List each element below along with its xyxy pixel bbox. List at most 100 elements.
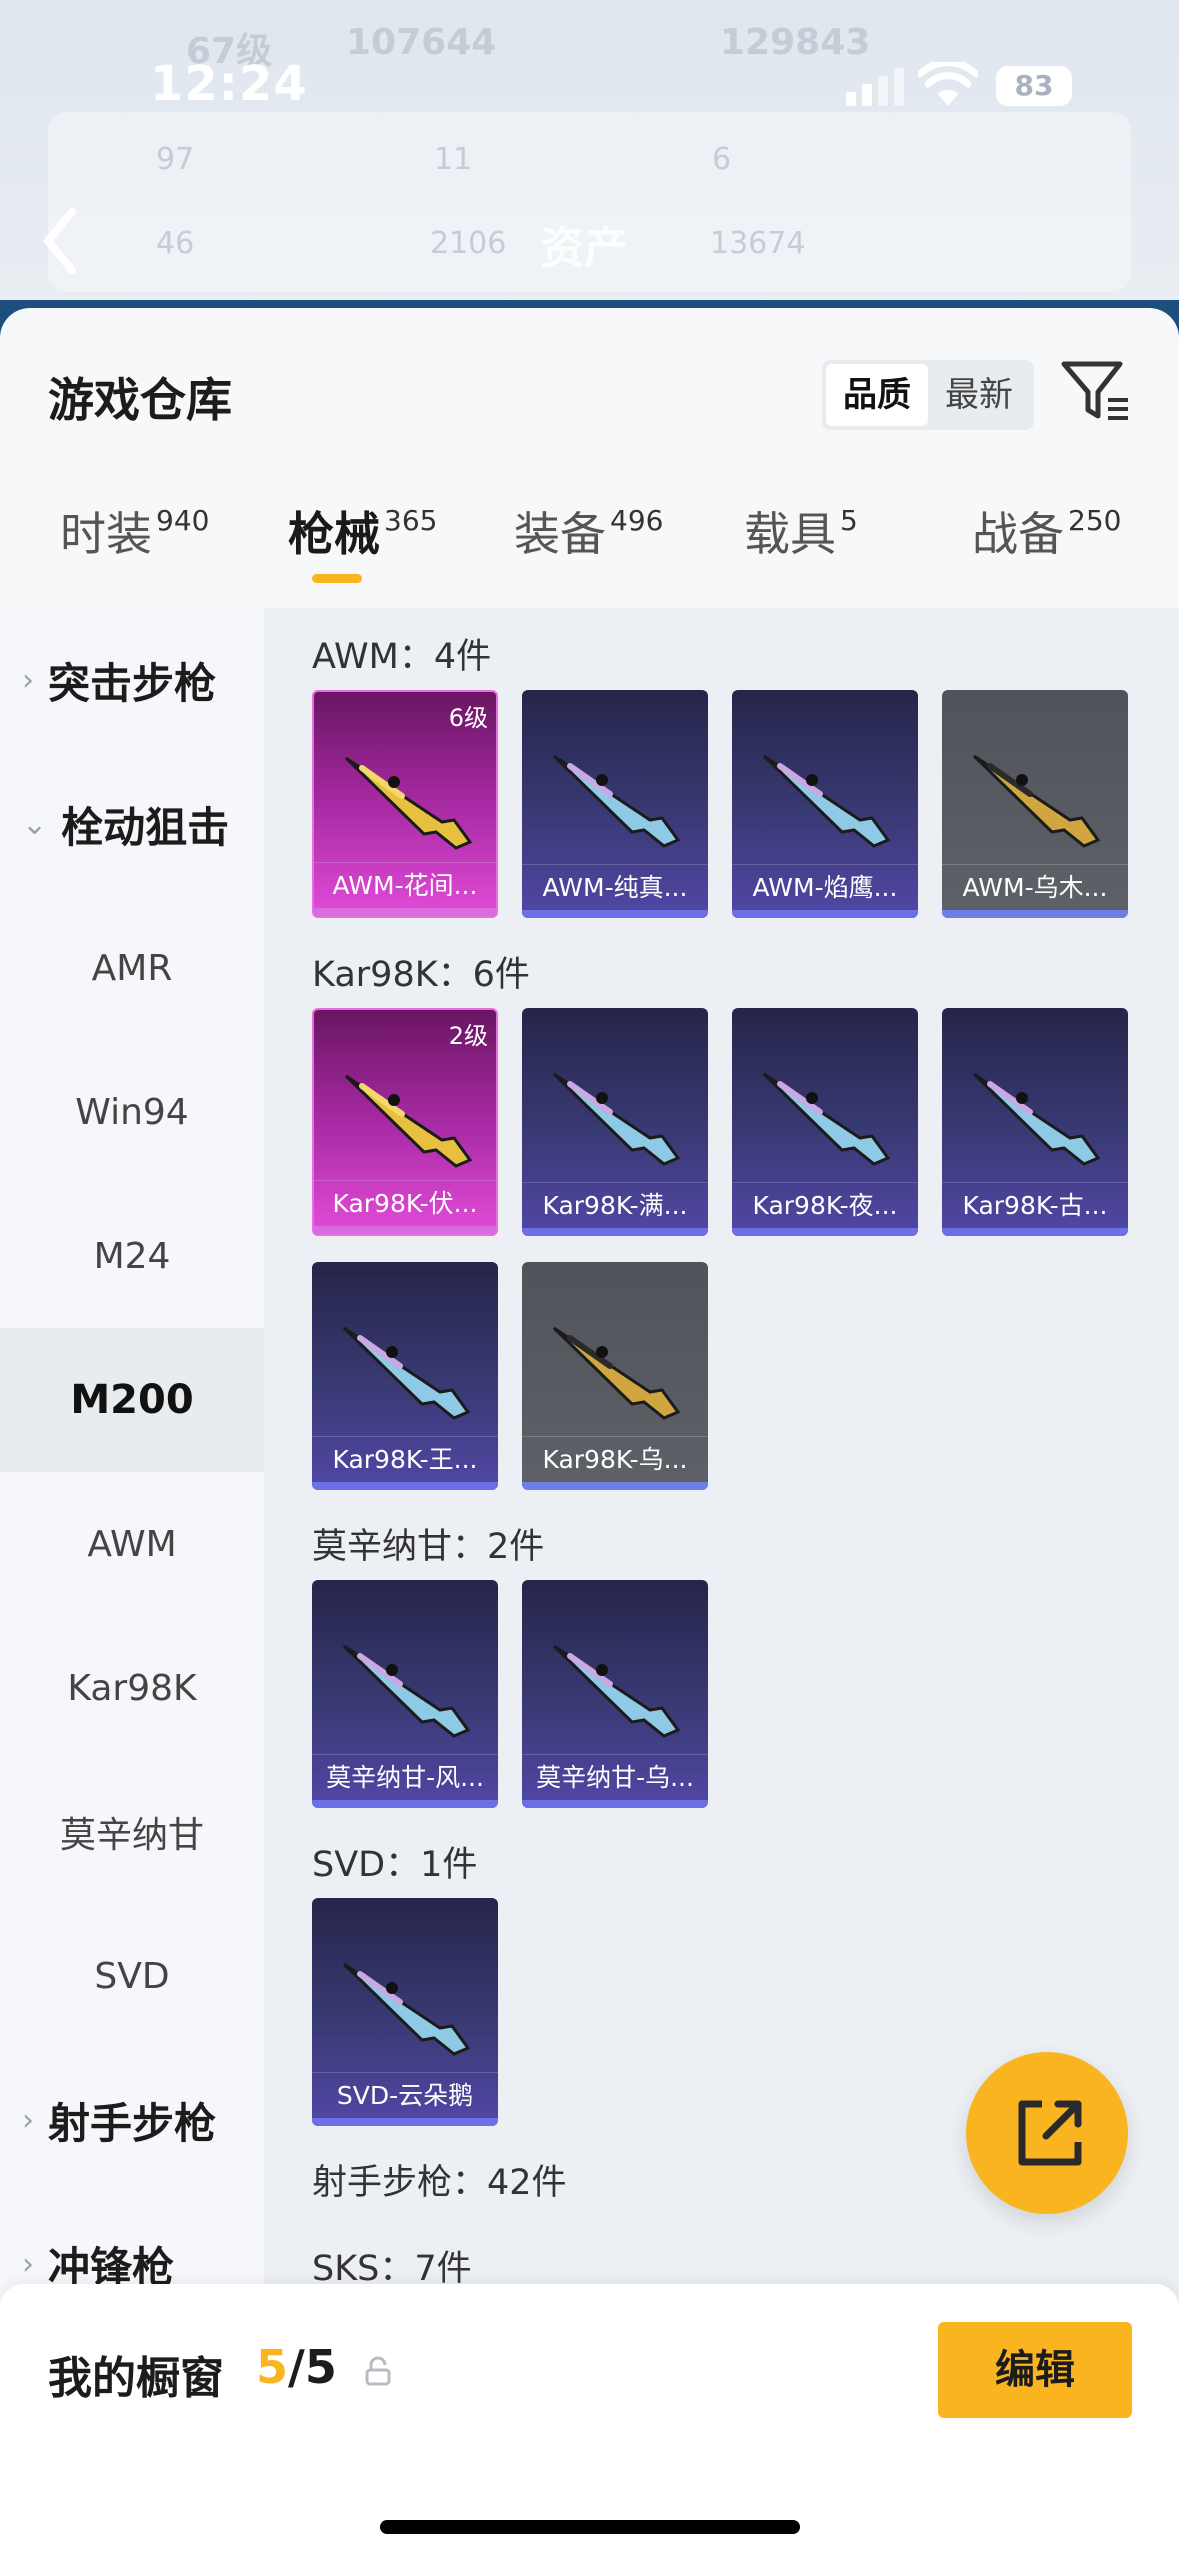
tab-combat-gear[interactable]: 战备 250	[972, 498, 1121, 598]
status-time: 12:24	[150, 56, 308, 112]
weapon-name: Kar98K-乌...	[522, 1436, 708, 1482]
sidebar-group-bolt-snipers[interactable]: ⌄ 栓动狙击	[0, 752, 264, 896]
background-stat: 11	[434, 142, 473, 177]
chevron-right-icon: ›	[22, 662, 34, 698]
tab-label: 载具	[744, 507, 836, 561]
weapon-card[interactable]: Kar98K-古...	[942, 1008, 1128, 1236]
sidebar-label: 栓动狙击	[61, 802, 230, 852]
weapon-name: Kar98K-古...	[942, 1182, 1128, 1228]
sidebar-item-amr[interactable]: AMR	[0, 896, 264, 1040]
chevron-down-icon: ⌄	[22, 806, 48, 842]
status-bar: 12:24 83	[0, 0, 1179, 120]
group-header: 莫辛纳甘：2件	[312, 1527, 545, 1567]
category-tabs: 时装 940 枪械 365 装备 496 载具 5 战备 250	[0, 498, 1179, 608]
rarity-bar	[312, 1800, 498, 1808]
tab-label: 战备	[972, 507, 1064, 561]
showcase-total: /5	[288, 2340, 337, 2394]
weapon-card[interactable]: 莫辛纳甘-乌...	[522, 1580, 708, 1808]
weapon-card[interactable]: AWM-焰鹰...	[732, 690, 918, 918]
share-button[interactable]	[966, 2052, 1128, 2214]
weapon-card[interactable]: AWM-纯真...	[522, 690, 708, 918]
weapon-card[interactable]: Kar98K-乌...	[522, 1262, 708, 1490]
group-header: AWM：4件	[312, 637, 492, 677]
weapon-card[interactable]: Kar98K-满...	[522, 1008, 708, 1236]
showcase-used: 5	[256, 2340, 289, 2394]
rifle-image	[344, 1074, 473, 1168]
group-header: SVD：1件	[312, 1845, 478, 1885]
rifle-image	[972, 1072, 1101, 1166]
rifle-image	[972, 754, 1101, 848]
weapon-name: 莫辛纳甘-乌...	[522, 1754, 708, 1800]
edit-button[interactable]: 编辑	[938, 2322, 1132, 2418]
rarity-bar	[732, 910, 918, 918]
rifle-image	[762, 754, 891, 848]
tab-label: 装备	[514, 507, 606, 561]
weapon-card[interactable]: AWM-乌木...	[942, 690, 1128, 918]
sidebar-item-svd[interactable]: SVD	[0, 1904, 264, 2048]
tab-vehicles[interactable]: 载具 5	[744, 498, 858, 598]
tab-equipment[interactable]: 装备 496	[514, 498, 663, 598]
rifle-image	[344, 756, 473, 850]
weapon-card[interactable]: 6级 AWM-花间...	[312, 690, 498, 918]
filter-icon[interactable]	[1058, 354, 1132, 428]
sidebar-group-marksman-rifles[interactable]: › 射手步枪	[0, 2048, 264, 2192]
weapon-name: Kar98K-伏...	[314, 1180, 496, 1226]
sidebar-item-m200[interactable]: M200	[0, 1328, 264, 1472]
weapon-sidebar: › 突击步枪 ⌄ 栓动狙击 AMR Win94 M24 M200 AWM Kar98…	[0, 608, 264, 2556]
group-header: Kar98K：6件	[312, 955, 530, 995]
rifle-image	[762, 1072, 891, 1166]
weapon-card[interactable]: SVD-云朵鹅	[312, 1898, 498, 2126]
weapon-name: AWM-焰鹰...	[732, 864, 918, 910]
sidebar-item-kar98k[interactable]: Kar98K	[0, 1616, 264, 1760]
rarity-bar	[312, 2118, 498, 2126]
tab-count: 5	[840, 503, 858, 537]
rifle-image	[552, 754, 681, 848]
back-button[interactable]	[40, 200, 100, 280]
weapon-card[interactable]: 莫辛纳甘-风...	[312, 1580, 498, 1808]
weapon-grid: AWM：4件 6级 AWM-花间... AWM-纯真... AWM-焰鹰... AWM-乌…	[264, 608, 1179, 2556]
weapon-card[interactable]: Kar98K-夜...	[732, 1008, 918, 1236]
sidebar-item-awm[interactable]: AWM	[0, 1472, 264, 1616]
weapon-name: Kar98K-满...	[522, 1182, 708, 1228]
sort-latest-button[interactable]: 最新	[928, 364, 1030, 426]
warehouse-sheet: 游戏仓库 品质 最新 时装 940 枪械 365 装备 496 载具 5 战备 250 ›…	[0, 308, 1179, 2556]
weapon-name: AWM-花间...	[314, 862, 496, 908]
level-badge: 6级	[448, 704, 488, 732]
background-stat: 97	[156, 142, 195, 177]
sidebar-group-assault-rifles[interactable]: › 突击步枪	[0, 608, 264, 752]
tab-fashion[interactable]: 时装 940	[60, 498, 209, 598]
rarity-bar	[732, 1228, 918, 1236]
rarity-bar	[522, 1800, 708, 1808]
showcase-count: 5/5	[256, 2340, 337, 2394]
weapon-name: 莫辛纳甘-风...	[312, 1754, 498, 1800]
background-stat: 46	[156, 226, 195, 261]
rifle-image	[342, 1326, 471, 1420]
tab-count: 250	[1068, 503, 1122, 537]
tab-label: 时装	[60, 507, 152, 561]
tab-count: 940	[156, 503, 210, 537]
tab-label: 枪械	[288, 507, 380, 561]
sidebar-item-mosin[interactable]: 莫辛纳甘	[0, 1760, 264, 1904]
rarity-bar	[314, 1226, 496, 1234]
rarity-bar	[312, 1482, 498, 1490]
rifle-image	[552, 1072, 681, 1166]
weapon-name: AWM-乌木...	[942, 864, 1128, 910]
tab-guns[interactable]: 枪械 365	[288, 498, 437, 598]
sidebar-label: 射手步枪	[48, 2098, 217, 2148]
sort-quality-button[interactable]: 品质	[826, 364, 928, 426]
rifle-image	[552, 1644, 681, 1738]
rarity-bar	[522, 910, 708, 918]
rifle-image	[552, 1326, 681, 1420]
weapon-name: AWM-纯真...	[522, 864, 708, 910]
level-badge: 2级	[448, 1022, 488, 1050]
lock-icon	[365, 2356, 391, 2386]
weapon-card[interactable]: 2级 Kar98K-伏...	[312, 1008, 498, 1236]
sidebar-item-m24[interactable]: M24	[0, 1184, 264, 1328]
background-nav-title: 资产	[540, 223, 628, 274]
weapon-card[interactable]: Kar98K-王...	[312, 1262, 498, 1490]
chevron-right-icon: ›	[22, 2102, 34, 2138]
weapon-name: Kar98K-夜...	[732, 1182, 918, 1228]
showcase-bar: 我的橱窗 5/5 编辑	[0, 2284, 1179, 2556]
sheet-title: 游戏仓库	[48, 373, 232, 427]
sidebar-item-win94[interactable]: Win94	[0, 1040, 264, 1184]
